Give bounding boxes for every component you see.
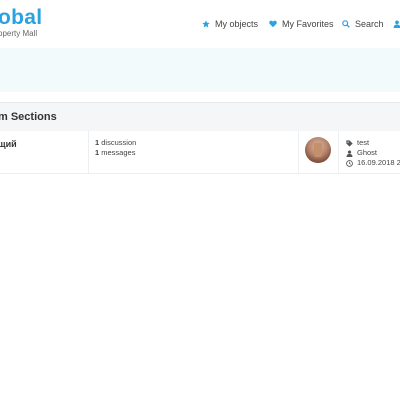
header: obal operty Mall My objects My Favorites… — [0, 0, 400, 48]
nav-search[interactable]: Search — [342, 18, 384, 30]
nav-my-objects-label: My objects — [215, 19, 259, 29]
nav-my-favorites[interactable]: My Favorites — [269, 18, 334, 30]
discussions-label: discussion — [101, 138, 137, 147]
last-date: 16.09.2018 22 — [357, 158, 400, 167]
messages-label: messages — [101, 148, 136, 157]
logo[interactable]: obal — [0, 6, 42, 30]
nav-user[interactable] — [393, 18, 400, 30]
section-title: m Sections — [0, 111, 57, 123]
last-topic-link[interactable]: test — [357, 138, 369, 148]
nav-search-label: Search — [355, 19, 384, 29]
heart-icon — [269, 20, 277, 28]
divider — [298, 131, 299, 173]
divider — [338, 131, 339, 173]
avatar[interactable] — [305, 137, 331, 163]
divider — [88, 131, 89, 173]
star-icon — [202, 20, 210, 28]
nav-my-objects[interactable]: My objects — [202, 18, 258, 30]
avatar-image — [314, 143, 322, 157]
messages-count: 1 — [95, 148, 100, 157]
forum-stats: 1 discussion 1 messages — [95, 138, 136, 158]
forum-name[interactable]: щий — [0, 139, 17, 149]
nav-my-favorites-label: My Favorites — [282, 19, 334, 29]
section-header: m Sections — [0, 102, 400, 132]
search-icon — [342, 20, 350, 28]
banner — [0, 48, 400, 92]
logo-tagline: operty Mall — [0, 29, 38, 38]
last-author[interactable]: Ghost — [357, 148, 377, 158]
user-icon — [393, 20, 400, 28]
discussions-count: 1 — [95, 138, 100, 147]
last-post-info: test Ghost 16.09.2018 22 — [346, 138, 400, 168]
user-icon — [346, 149, 353, 157]
forum-row: щий 1 discussion 1 messages test Ghost 1… — [0, 131, 400, 174]
tag-icon — [346, 139, 353, 147]
clock-icon — [346, 159, 353, 167]
